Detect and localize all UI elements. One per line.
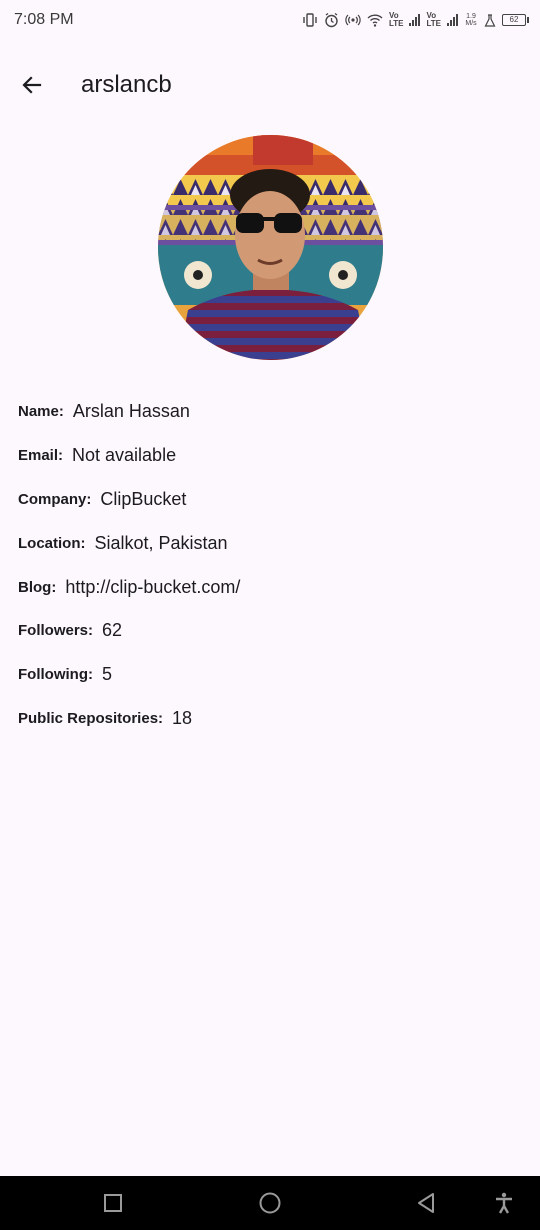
- accessibility-icon: [496, 1192, 512, 1214]
- field-value: Not available: [72, 445, 177, 466]
- avatar-image: [158, 135, 383, 360]
- field-row-location: Location: Sialkot, Pakistan: [18, 521, 518, 565]
- field-label: Public Repositories:: [18, 709, 164, 727]
- hotspot-icon: [345, 13, 361, 27]
- volte-icon: Vo LTE: [426, 12, 441, 28]
- navigation-bar: [0, 1176, 540, 1230]
- volte-icon: Vo LTE: [389, 12, 404, 28]
- circle-icon: [259, 1192, 281, 1214]
- status-bar: 7:08 PM Vo LTE Vo LTE 1.9 M/s 62: [0, 0, 540, 40]
- accessibility-button[interactable]: [474, 1176, 534, 1230]
- arrow-left-icon: [22, 76, 42, 94]
- field-label: Following:: [18, 666, 93, 684]
- field-value: 5: [101, 664, 112, 685]
- field-value: ClipBucket: [100, 488, 187, 509]
- signal-icon: [447, 14, 458, 26]
- system-back-button[interactable]: [396, 1176, 456, 1230]
- recents-button[interactable]: [83, 1176, 143, 1230]
- field-label: Name:: [18, 403, 64, 421]
- status-time: 7:08 PM: [14, 11, 74, 28]
- avatar: [158, 135, 383, 360]
- field-label: Followers:: [18, 622, 94, 640]
- profile-details: Name: Arslan Hassan Email: Not available…: [18, 390, 518, 740]
- blog-link[interactable]: http://clip-bucket.com/: [65, 577, 240, 598]
- alarm-icon: [324, 12, 339, 28]
- net-speed: 1.9 M/s: [465, 13, 477, 27]
- volte-bottom: LTE: [426, 19, 441, 28]
- field-value: 18: [172, 707, 193, 728]
- field-row-email: Email: Not available: [18, 434, 518, 478]
- field-label: Location:: [18, 534, 86, 552]
- volte-bottom: LTE: [388, 19, 404, 28]
- field-row-followers: Followers: 62: [18, 609, 518, 653]
- signal-icon: [409, 14, 421, 26]
- wifi-icon: [367, 13, 383, 27]
- field-row-company: Company: ClipBucket: [18, 478, 518, 522]
- home-button[interactable]: [240, 1176, 300, 1230]
- field-value: 62: [102, 620, 123, 641]
- field-label: Company:: [18, 490, 92, 508]
- page-title: arslancb: [81, 71, 172, 98]
- field-label: Email:: [18, 447, 64, 465]
- square-icon: [104, 1194, 122, 1212]
- vibrate-icon: [302, 13, 318, 27]
- field-value: Sialkot, Pakistan: [94, 532, 228, 553]
- status-icons: Vo LTE Vo LTE 1.9 M/s 62: [302, 12, 529, 28]
- field-value: Arslan Hassan: [72, 401, 190, 422]
- field-row-blog: Blog: http://clip-bucket.com/: [18, 565, 518, 609]
- triangle-back-icon: [418, 1193, 434, 1213]
- field-row-following: Following: 5: [18, 653, 518, 697]
- app-bar: arslancb: [0, 52, 540, 118]
- field-row-public-repositories: Public Repositories: 18: [18, 697, 518, 741]
- field-label: Blog:: [18, 578, 57, 596]
- battery-icon: 62: [502, 14, 529, 26]
- field-row-name: Name: Arslan Hassan: [18, 390, 518, 434]
- back-button[interactable]: [8, 61, 56, 109]
- flask-icon: [484, 13, 496, 27]
